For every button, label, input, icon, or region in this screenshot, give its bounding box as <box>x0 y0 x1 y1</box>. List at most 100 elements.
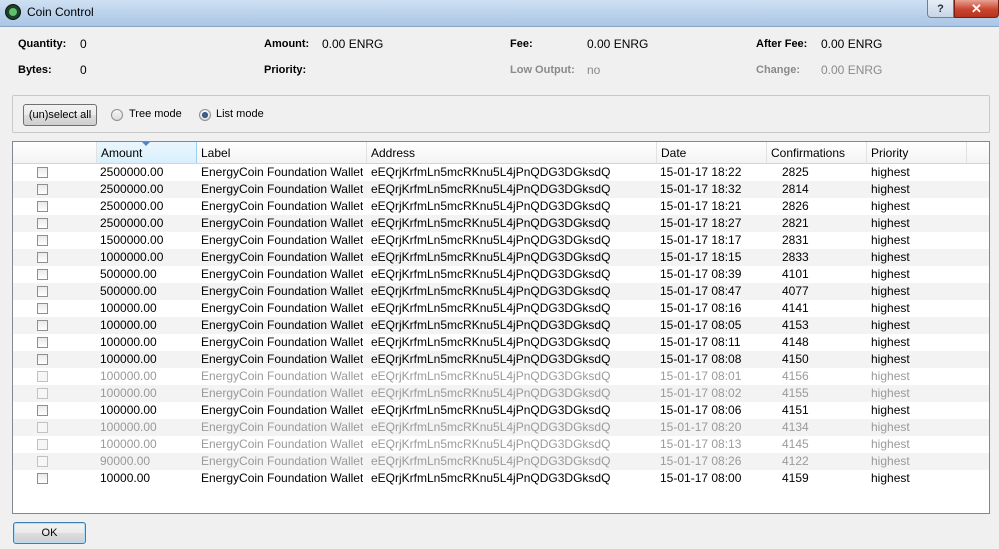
tree-mode-label[interactable]: Tree mode <box>129 108 182 120</box>
close-button[interactable]: ✕ <box>954 0 999 18</box>
cell-date: 15-01-17 08:08 <box>660 352 742 366</box>
table-row[interactable]: 2500000.00 EnergyCoin Foundation Wallet eE… <box>13 198 989 215</box>
table-row[interactable]: 1000000.00 EnergyCoin Foundation Wallet eE… <box>13 249 989 266</box>
column-header-label[interactable]: Label <box>197 142 367 163</box>
row-checkbox[interactable] <box>37 456 48 467</box>
after-fee-label: After Fee: <box>756 38 808 50</box>
row-checkbox[interactable] <box>37 405 48 416</box>
table-row[interactable]: 100000.00 EnergyCoin Foundation Wallet eEQ… <box>13 351 989 368</box>
cell-address: eEQrjKrfmLn5mcRKnu5L4jPnQDG3DGksdQ <box>371 352 611 366</box>
table-body: 2500000.00 EnergyCoin Foundation Wallet eE… <box>13 164 989 487</box>
table-row[interactable]: 500000.00 EnergyCoin Foundation Wallet eEQ… <box>13 283 989 300</box>
column-header-address[interactable]: Address <box>367 142 657 163</box>
window-title: Coin Control <box>27 5 94 19</box>
cell-amount: 2500000.00 <box>100 216 164 230</box>
help-button[interactable]: ? <box>927 0 954 18</box>
row-checkbox[interactable] <box>37 286 48 297</box>
cell-amount: 100000.00 <box>100 352 157 366</box>
table-row[interactable]: 100000.00 EnergyCoin Foundation Wallet eEQ… <box>13 300 989 317</box>
table-row[interactable]: 2500000.00 EnergyCoin Foundation Wallet eE… <box>13 164 989 181</box>
row-checkbox[interactable] <box>37 473 48 484</box>
table-row[interactable]: 100000.00 EnergyCoin Foundation Wallet eEQ… <box>13 436 989 453</box>
cell-address: eEQrjKrfmLn5mcRKnu5L4jPnQDG3DGksdQ <box>371 182 611 196</box>
cell-address: eEQrjKrfmLn5mcRKnu5L4jPnQDG3DGksdQ <box>371 420 611 434</box>
row-checkbox[interactable] <box>37 337 48 348</box>
cell-date: 15-01-17 18:21 <box>660 199 742 213</box>
column-address-label: Address <box>371 146 416 160</box>
cell-priority: highest <box>871 182 910 196</box>
table-header: Amount Label Address Date Confirmations … <box>13 142 989 164</box>
table-row[interactable]: 500000.00 EnergyCoin Foundation Wallet eEQ… <box>13 266 989 283</box>
table-row[interactable]: 100000.00 EnergyCoin Foundation Wallet eEQ… <box>13 317 989 334</box>
ok-button[interactable]: OK <box>13 522 86 544</box>
cell-label: EnergyCoin Foundation Wallet <box>201 335 364 349</box>
fee-label: Fee: <box>510 38 533 50</box>
unselect-all-button[interactable]: (un)select all <box>23 104 97 126</box>
table-row[interactable]: 2500000.00 EnergyCoin Foundation Wallet eE… <box>13 181 989 198</box>
table-row[interactable]: 100000.00 EnergyCoin Foundation Wallet eEQ… <box>13 385 989 402</box>
row-checkbox[interactable] <box>37 371 48 382</box>
row-checkbox[interactable] <box>37 252 48 263</box>
cell-priority: highest <box>871 352 910 366</box>
cell-amount: 90000.00 <box>100 454 151 468</box>
change-label: Change: <box>756 64 800 76</box>
row-checkbox[interactable] <box>37 235 48 246</box>
column-priority-label: Priority <box>871 146 909 160</box>
cell-date: 15-01-17 08:20 <box>660 420 742 434</box>
cell-amount: 100000.00 <box>100 403 157 417</box>
cell-amount: 2500000.00 <box>100 199 164 213</box>
row-checkbox[interactable] <box>37 303 48 314</box>
cell-date: 15-01-17 08:11 <box>660 335 741 349</box>
cell-priority: highest <box>871 216 910 230</box>
row-checkbox[interactable] <box>37 167 48 178</box>
cell-date: 15-01-17 18:27 <box>660 216 742 230</box>
tree-mode-radio[interactable] <box>111 109 123 121</box>
cell-priority: highest <box>871 335 910 349</box>
cell-confirmations: 2825 <box>782 165 809 179</box>
table-row[interactable]: 100000.00 EnergyCoin Foundation Wallet eEQ… <box>13 368 989 385</box>
sort-arrow-icon <box>142 142 150 146</box>
cell-address: eEQrjKrfmLn5mcRKnu5L4jPnQDG3DGksdQ <box>371 335 611 349</box>
table-row[interactable]: 100000.00 EnergyCoin Foundation Wallet eEQ… <box>13 419 989 436</box>
row-checkbox[interactable] <box>37 201 48 212</box>
cell-label: EnergyCoin Foundation Wallet <box>201 233 364 247</box>
table-row[interactable]: 100000.00 EnergyCoin Foundation Wallet eEQ… <box>13 334 989 351</box>
cell-label: EnergyCoin Foundation Wallet <box>201 267 364 281</box>
row-checkbox[interactable] <box>37 354 48 365</box>
column-header-priority[interactable]: Priority <box>867 142 967 163</box>
table-row[interactable]: 100000.00 EnergyCoin Foundation Wallet eEQ… <box>13 402 989 419</box>
column-header-confirmations[interactable]: Confirmations <box>767 142 867 163</box>
row-checkbox[interactable] <box>37 388 48 399</box>
list-mode-radio[interactable] <box>199 109 211 121</box>
cell-priority: highest <box>871 199 910 213</box>
low-output-value: no <box>587 63 601 77</box>
cell-priority: highest <box>871 386 910 400</box>
cell-amount: 2500000.00 <box>100 182 164 196</box>
cell-address: eEQrjKrfmLn5mcRKnu5L4jPnQDG3DGksdQ <box>371 318 611 332</box>
column-header-amount[interactable]: Amount <box>97 142 197 163</box>
cell-confirmations: 4148 <box>782 335 809 349</box>
column-header-checkbox[interactable] <box>13 142 97 163</box>
amount-value: 0.00 ENRG <box>322 37 384 51</box>
cell-label: EnergyCoin Foundation Wallet <box>201 318 364 332</box>
list-mode-label[interactable]: List mode <box>216 108 264 120</box>
row-checkbox[interactable] <box>37 269 48 280</box>
column-header-date[interactable]: Date <box>657 142 767 163</box>
cell-label: EnergyCoin Foundation Wallet <box>201 386 364 400</box>
cell-priority: highest <box>871 420 910 434</box>
row-checkbox[interactable] <box>37 320 48 331</box>
row-checkbox[interactable] <box>37 184 48 195</box>
cell-confirmations: 4156 <box>782 369 809 383</box>
table-row[interactable]: 2500000.00 EnergyCoin Foundation Wallet eE… <box>13 215 989 232</box>
cell-label: EnergyCoin Foundation Wallet <box>201 420 364 434</box>
row-checkbox[interactable] <box>37 439 48 450</box>
row-checkbox[interactable] <box>37 218 48 229</box>
table-row[interactable]: 1500000.00 EnergyCoin Foundation Wallet eE… <box>13 232 989 249</box>
table-row[interactable]: 10000.00 EnergyCoin Foundation Wallet eEQr… <box>13 470 989 487</box>
coin-table: Amount Label Address Date Confirmations … <box>12 141 990 514</box>
cell-amount: 100000.00 <box>100 318 157 332</box>
table-row[interactable]: 90000.00 EnergyCoin Foundation Wallet eEQr… <box>13 453 989 470</box>
column-date-label: Date <box>661 146 687 160</box>
row-checkbox[interactable] <box>37 422 48 433</box>
cell-date: 15-01-17 18:17 <box>660 233 742 247</box>
